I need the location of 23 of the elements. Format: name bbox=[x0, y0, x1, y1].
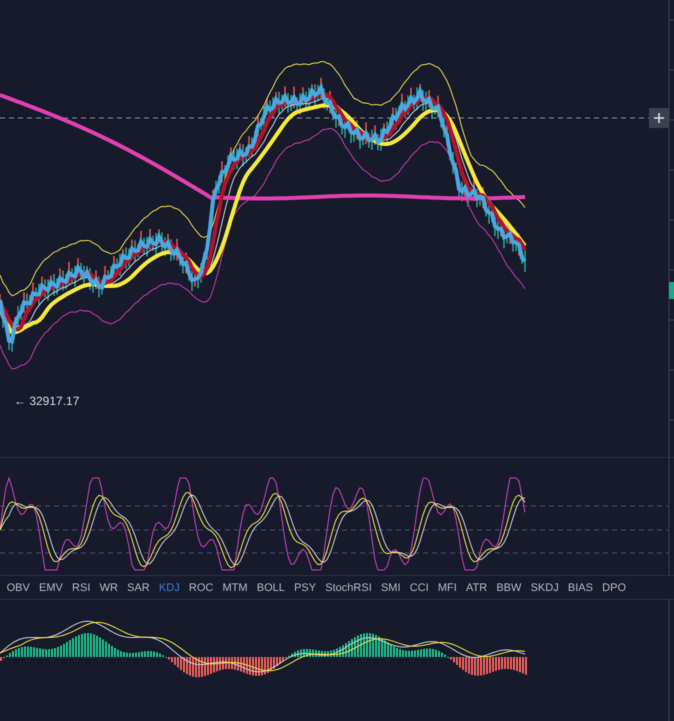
indicator-tab[interactable]: EMV bbox=[34, 582, 68, 594]
indicator-tab[interactable]: RSI bbox=[67, 582, 95, 594]
indicator-tab[interactable]: PSY bbox=[289, 582, 321, 594]
indicator-tab[interactable]: WR bbox=[94, 582, 122, 594]
indicator-tab[interactable]: BIAS bbox=[563, 582, 598, 594]
indicator-tab[interactable]: ATR bbox=[461, 582, 492, 594]
indicator-tab[interactable]: BBW bbox=[492, 582, 526, 594]
indicator-tab[interactable]: MTM bbox=[218, 582, 252, 594]
indicator-tab[interactable]: MFI bbox=[433, 582, 462, 594]
indicator-tab[interactable]: BOLL bbox=[252, 582, 290, 594]
indicator-tab[interactable]: DPO bbox=[598, 582, 631, 594]
indicator-tab[interactable]: StochRSI bbox=[320, 582, 376, 594]
indicator-tab[interactable]: SAR bbox=[122, 582, 154, 594]
plus-icon bbox=[654, 113, 664, 123]
indicator-tab[interactable]: ROC bbox=[184, 582, 218, 594]
indicator-tab[interactable]: KDJ bbox=[154, 582, 184, 594]
add-button[interactable] bbox=[649, 108, 669, 128]
indicator-tab[interactable]: CCI bbox=[405, 582, 434, 594]
indicator-tab[interactable]: SMI bbox=[376, 582, 406, 594]
current-price-marker bbox=[669, 282, 674, 299]
low-price-label: ← 32917.17 bbox=[14, 394, 80, 408]
indicator-tab[interactable]: SKDJ bbox=[526, 582, 564, 594]
indicator-tab[interactable]: OBV bbox=[2, 582, 34, 594]
